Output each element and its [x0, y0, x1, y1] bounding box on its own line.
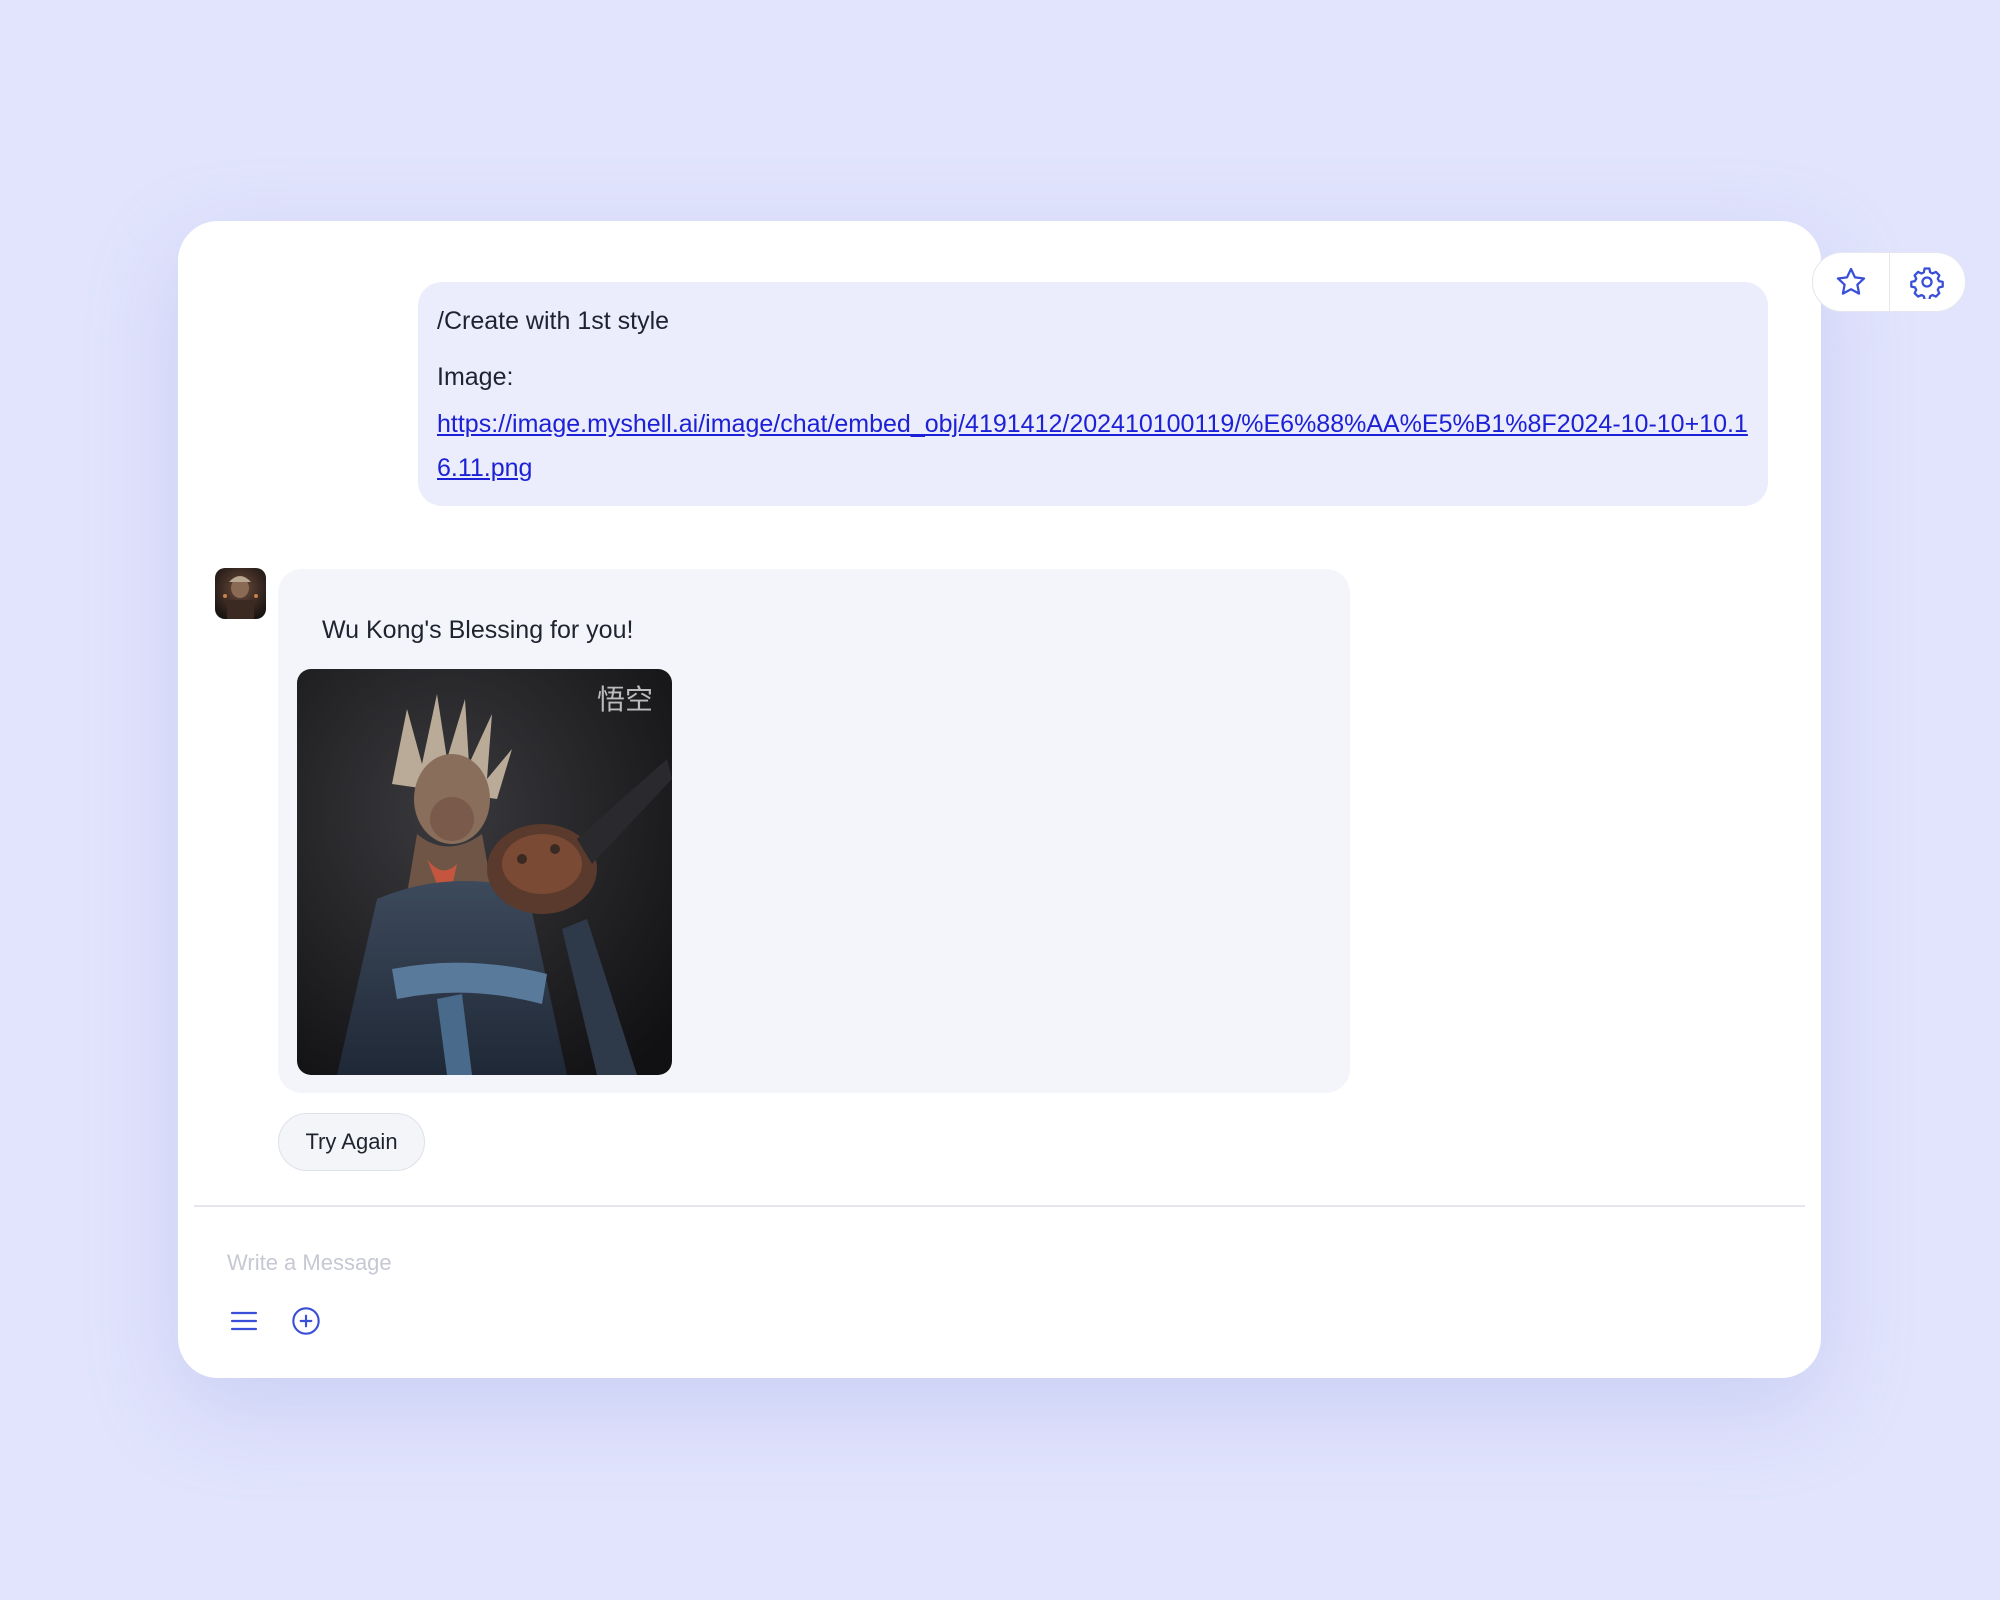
bot-avatar: [215, 568, 266, 619]
generated-image[interactable]: 悟空: [297, 669, 672, 1075]
add-attachment-button[interactable]: [289, 1304, 323, 1338]
menu-icon: [230, 1311, 258, 1331]
image-label: Image:: [437, 363, 514, 391]
composer-divider: [194, 1205, 1805, 1207]
favorite-button[interactable]: [1813, 253, 1889, 311]
top-action-group: [1812, 252, 1966, 312]
user-message-bubble: /Create with 1st style Image: https://im…: [418, 282, 1768, 506]
menu-button[interactable]: [227, 1304, 261, 1338]
bot-message-bubble: Wu Kong's Blessing for you! 悟空: [278, 569, 1350, 1093]
star-icon: [1836, 267, 1865, 295]
image-link[interactable]: https://image.myshell.ai/image/chat/embe…: [437, 402, 1750, 490]
bot-message-text: Wu Kong's Blessing for you!: [322, 616, 634, 644]
try-again-button[interactable]: Try Again: [278, 1113, 425, 1171]
chat-window: /Create with 1st style Image: https://im…: [178, 221, 1966, 1378]
gear-icon: [1910, 267, 1945, 299]
user-command-text: /Create with 1st style: [437, 307, 670, 335]
settings-button[interactable]: [1888, 253, 1966, 311]
svg-text:悟空: 悟空: [597, 683, 653, 716]
plus-circle-icon: [292, 1307, 320, 1335]
message-input[interactable]: [227, 1243, 1727, 1283]
